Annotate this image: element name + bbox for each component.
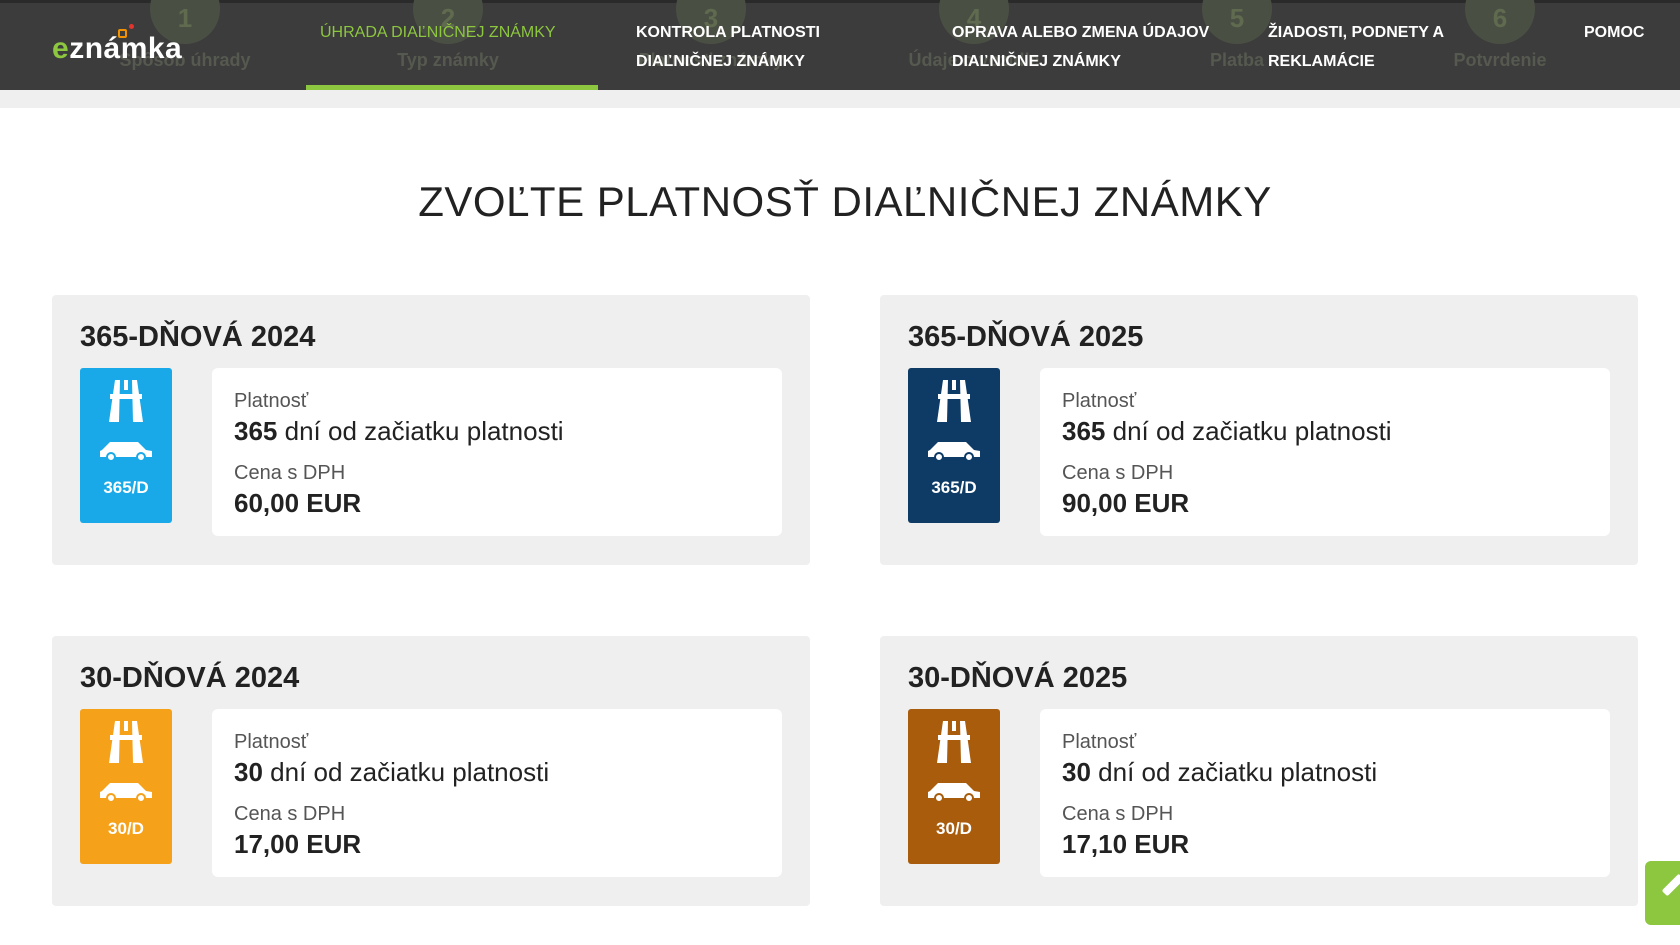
nav-label-line2: DIAĽNIČNEJ ZNÁMKY [952,53,1121,70]
price-label: Cena s DPH [234,462,346,484]
highway-icon [109,380,143,422]
validity-value: 365 dní od začiatku platnosti [234,416,564,447]
car-icon [100,783,152,803]
vignette-label: 30/D [936,819,972,838]
nav-label: POMOC [1584,24,1645,41]
vignette-badge: 365/D [80,368,172,523]
nav-uhrada[interactable]: ÚHRADA DIAĽNIČNEJ ZNÁMKY [320,18,556,47]
validity-text: dní od začiatku platnosti [1105,416,1392,446]
card-info-panel: Platnosť 365 dní od začiatku platnosti C… [1040,368,1610,536]
price-label: Cena s DPH [1062,803,1174,825]
validity-days: 30 [234,757,263,787]
bg-step-number: 6 [1465,0,1535,44]
card-title: 30-DŇOVÁ 2024 [80,662,300,694]
car-icon [100,442,152,462]
price-label: Cena s DPH [234,803,346,825]
nav-kontrola[interactable]: KONTROLA PLATNOSTI DIAĽNIČNEJ ZNÁMKY [636,18,820,76]
highway-icon [937,721,971,763]
vignette-card-365-2025[interactable]: 365-DŇOVÁ 2025 365/D Platnosť 365 dní od… [880,295,1638,565]
logo-text-rest: známka [69,32,183,65]
car-icon [928,442,980,462]
nav-label-line1: KONTROLA PLATNOSTI [636,24,820,41]
validity-label: Platnosť [1062,731,1137,753]
vignette-badge: 365/D [908,368,1000,523]
highway-icon [937,380,971,422]
card-title: 365-DŇOVÁ 2024 [80,321,316,353]
validity-label: Platnosť [1062,390,1137,412]
logo-text-e: e [52,32,70,65]
price-value: 17,10 EUR [1062,829,1190,859]
vignette-label: 30/D [108,819,144,838]
validity-text: dní od začiatku platnosti [1090,757,1378,787]
vignette-card-30-2025[interactable]: 30-DŇOVÁ 2025 30/D Platnosť 30 dní od za… [880,636,1638,906]
vignette-label: 365/D [931,478,977,497]
nav-pomoc[interactable]: POMOC [1584,18,1644,47]
validity-value: 365 dní od začiatku platnosti [1062,416,1392,447]
validity-days: 365 [1062,416,1106,446]
header-subbar [0,90,1680,108]
vignette-label: 365/D [103,478,149,497]
highway-icon [109,721,143,763]
validity-text: dní od začiatku platnosti [262,757,550,787]
nav-ziadosti[interactable]: ŽIADOSTI, PODNETY A REKLAMÁCIE [1268,18,1444,76]
card-info-panel: Platnosť 30 dní od začiatku platnosti Ce… [1040,709,1610,877]
nav-label-line1: OPRAVA ALEBO ZMENA ÚDAJOV [952,24,1210,41]
validity-days: 30 [1062,757,1091,787]
car-icon [928,783,980,803]
price-value: 17,00 EUR [234,829,362,859]
price-value: 60,00 EUR [234,488,362,518]
validity-text: dní od začiatku platnosti [277,416,564,446]
page-title: ZVOĽTE PLATNOSŤ DIAĽNIČNEJ ZNÁMKY [418,178,1272,225]
validity-days: 365 [234,416,278,446]
top-navigation-bar: 1 Spôsob úhrady 2 Typ známky 3 Platnosť … [0,0,1680,90]
vignette-card-365-2024[interactable]: 365-DŇOVÁ 2024 365/D Platnosť 365 dní od… [52,295,810,565]
vignette-card-30-2024[interactable]: 30-DŇOVÁ 2024 30/D Platnosť 30 dní od za… [52,636,810,906]
nav-label: ÚHRADA DIAĽNIČNEJ ZNÁMKY [320,24,556,41]
chat-button[interactable] [1645,861,1680,925]
validity-label: Platnosť [234,390,309,412]
vignette-badge: 30/D [80,709,172,864]
nav-oprava[interactable]: OPRAVA ALEBO ZMENA ÚDAJOV DIAĽNIČNEJ ZNÁ… [952,18,1209,76]
validity-value: 30 dní od začiatku platnosti [234,757,549,788]
bg-step-label: Typ známky [397,50,499,70]
validity-value: 30 dní od začiatku platnosti [1062,757,1377,788]
validity-label: Platnosť [234,731,309,753]
card-title: 30-DŇOVÁ 2025 [908,662,1128,694]
nav-label-line2: DIAĽNIČNEJ ZNÁMKY [636,53,805,70]
nav-label-line2: REKLAMÁCIE [1268,53,1375,70]
vignette-badge: 30/D [908,709,1000,864]
eznamka-logo[interactable]: eznámka [52,24,202,66]
nav-label-line1: ŽIADOSTI, PODNETY A [1268,24,1445,41]
card-info-panel: Platnosť 30 dní od začiatku platnosti Ce… [212,709,782,877]
logo-text: eznámka [52,32,182,66]
price-label: Cena s DPH [1062,462,1174,484]
card-info-panel: Platnosť 365 dní od začiatku platnosti C… [212,368,782,536]
bg-step-number: 5 [1202,0,1272,44]
card-title: 365-DŇOVÁ 2025 [908,321,1144,353]
chat-icon [1661,873,1680,897]
price-value: 90,00 EUR [1062,488,1190,518]
